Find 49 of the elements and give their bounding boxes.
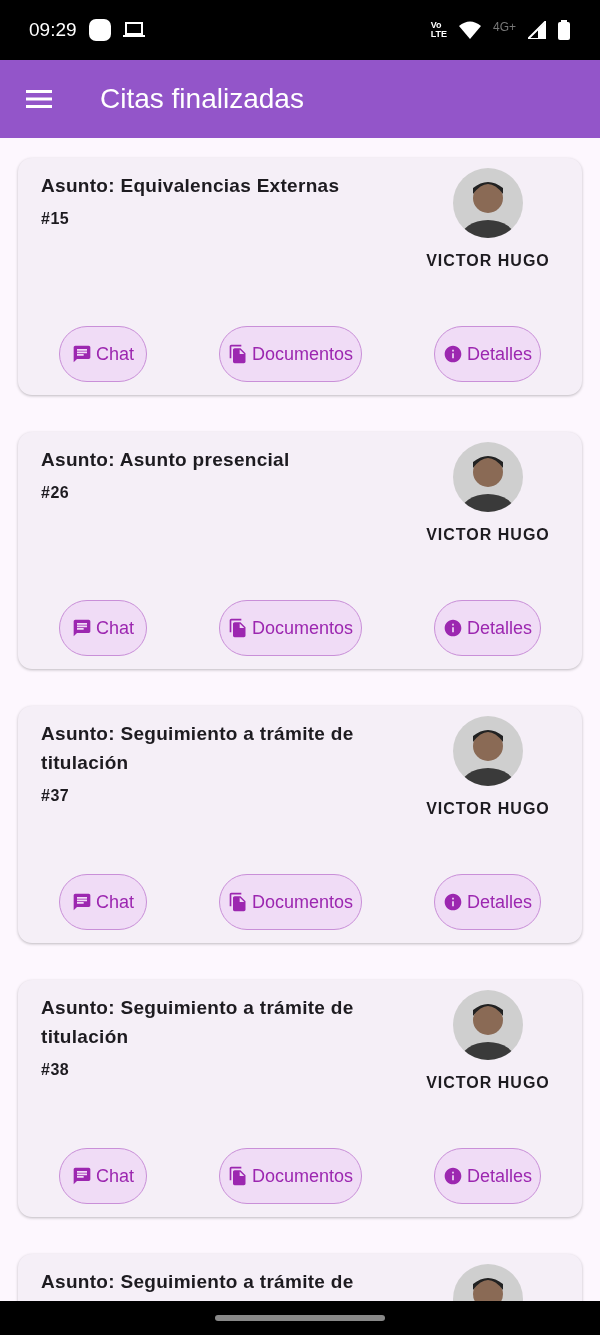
signal-icon (528, 21, 546, 39)
chat-button[interactable]: Chat (59, 600, 148, 656)
details-button[interactable]: Detalles (433, 874, 541, 930)
clock: 09:29 (29, 19, 77, 41)
documents-icon (227, 344, 248, 364)
details-button[interactable]: Detalles (433, 600, 541, 656)
appointment-number: #15 (41, 210, 70, 228)
appointment-subject: Asunto: Asunto presencial (41, 448, 290, 472)
documents-button[interactable]: Documentos (218, 326, 363, 382)
laptop-icon (122, 22, 145, 38)
chat-icon (72, 618, 92, 638)
person-name: VICTOR HUGO (426, 800, 550, 818)
documents-icon (227, 892, 248, 912)
battery-icon (558, 20, 570, 40)
volte-label: Vo (430, 21, 443, 30)
menu-icon[interactable] (26, 89, 52, 109)
appointment-number: #38 (41, 1061, 70, 1079)
details-button[interactable]: Detalles (433, 326, 541, 382)
appointment-number: #37 (41, 787, 70, 805)
info-icon (442, 892, 463, 912)
appointment-subject: Asunto: Seguimiento a trámite de titulación (41, 722, 355, 775)
chat-button[interactable]: Chat (59, 1148, 148, 1204)
appointment-subject: Asunto: Seguimiento a trámite de (41, 1270, 354, 1294)
person-name: VICTOR HUGO (426, 252, 550, 270)
chat-icon (72, 344, 92, 364)
documents-button[interactable]: Documentos (218, 1148, 363, 1204)
appointment-subject: Asunto: Seguimiento a trámite de titulación (41, 996, 355, 1049)
person-name: VICTOR HUGO (426, 526, 550, 544)
wifi-icon (459, 21, 481, 39)
documents-icon (227, 618, 248, 638)
info-icon (442, 1166, 463, 1186)
home-handle[interactable] (215, 1315, 385, 1321)
info-icon (442, 344, 463, 364)
documents-button[interactable]: Documentos (218, 874, 363, 930)
appointment-subject: Asunto: Equivalencias Externas (41, 174, 340, 198)
chat-icon (72, 1166, 92, 1186)
chat-button[interactable]: Chat (59, 326, 148, 382)
documents-icon (227, 1166, 248, 1186)
page-title: Citas finalizadas (100, 83, 304, 115)
details-button[interactable]: Detalles (433, 1148, 541, 1204)
chat-icon (72, 892, 92, 912)
volte-label: LTE (430, 30, 447, 39)
chat-button[interactable]: Chat (59, 874, 148, 930)
appointment-number: #26 (41, 484, 70, 502)
app-icon (88, 19, 111, 41)
person-name: VICTOR HUGO (426, 1074, 550, 1092)
network-label: 4G+ (493, 20, 516, 34)
documents-button[interactable]: Documentos (218, 600, 363, 656)
info-icon (442, 618, 463, 638)
